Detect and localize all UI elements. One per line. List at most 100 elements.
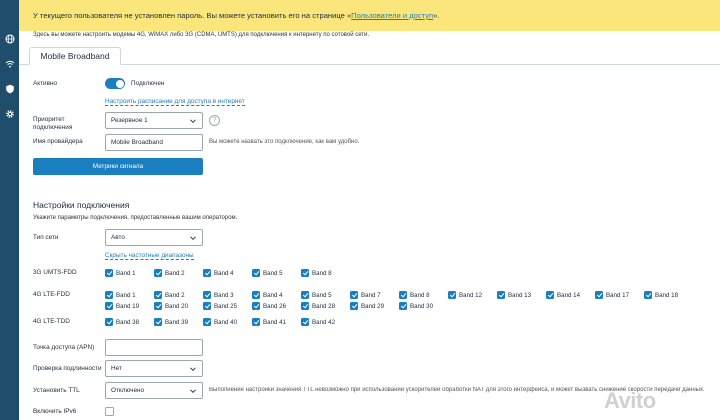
band-checkbox[interactable]: Band 5	[252, 269, 283, 277]
gear-icon[interactable]	[4, 108, 15, 119]
ipv6-checkbox[interactable]	[105, 407, 114, 416]
auth-value: Нет	[111, 365, 122, 372]
checkbox-checked-icon	[301, 269, 309, 277]
band-checkbox[interactable]: Band 4	[203, 269, 234, 277]
checkbox-checked-icon	[497, 291, 505, 299]
checkbox-checked-icon	[301, 291, 309, 299]
apn-input[interactable]	[105, 339, 203, 356]
band-label: Band 39	[165, 318, 189, 326]
tab-mobile-broadband[interactable]: Mobile Broadband	[29, 47, 121, 65]
band-checkbox[interactable]: Band 2	[154, 291, 185, 299]
toggle-knob	[115, 79, 124, 88]
band-checkbox[interactable]: Band 8	[399, 291, 430, 299]
band-label: Band 2	[165, 269, 185, 277]
band-checkbox[interactable]: Band 26	[252, 302, 286, 310]
band-checkbox[interactable]: Band 39	[154, 318, 188, 326]
band-checkbox[interactable]: Band 7	[350, 291, 381, 299]
checkbox-checked-icon	[301, 318, 309, 326]
hide-bands-link[interactable]: Скрыть частотные диапазоны	[105, 252, 194, 260]
ipv6-label: Включить IPv6	[33, 408, 77, 415]
band-checkbox[interactable]: Band 20	[154, 302, 188, 310]
shield-icon[interactable]	[4, 83, 15, 94]
band-label: Band 28	[312, 302, 336, 310]
lte-fdd-label: 4G LTE-FDD	[33, 291, 70, 298]
band-label: Band 7	[361, 291, 381, 299]
checkbox-checked-icon	[546, 291, 554, 299]
network-type-label: Тип сети	[33, 234, 59, 241]
band-label: Band 25	[214, 302, 238, 310]
band-checkbox[interactable]: Band 25	[203, 302, 237, 310]
band-checkbox[interactable]: Band 1	[105, 269, 136, 277]
band-checkbox[interactable]: Band 38	[105, 318, 139, 326]
band-label: Band 42	[312, 318, 336, 326]
checkbox-checked-icon	[350, 291, 358, 299]
checkbox-checked-icon	[644, 291, 652, 299]
band-checkbox[interactable]: Band 12	[448, 291, 482, 299]
checkbox-checked-icon	[154, 291, 162, 299]
band-checkbox[interactable]: Band 28	[301, 302, 335, 310]
band-label: Band 38	[116, 318, 140, 326]
band-label: Band 26	[263, 302, 287, 310]
band-checkbox[interactable]: Band 8	[301, 269, 332, 277]
band-checkbox[interactable]: Band 19	[105, 302, 139, 310]
band-label: Band 30	[410, 302, 434, 310]
ttl-select[interactable]: Отключено	[105, 382, 203, 399]
band-label: Band 5	[263, 269, 283, 277]
band-checkbox[interactable]: Band 18	[644, 291, 678, 299]
provider-name-input[interactable]: Mobile Broadband	[105, 134, 203, 151]
priority-select[interactable]: Резервное 1	[105, 112, 203, 129]
auth-select[interactable]: Нет	[105, 360, 203, 377]
priority-value: Резервное 1	[111, 117, 148, 124]
band-label: Band 17	[606, 291, 630, 299]
band-label: Band 8	[312, 269, 332, 277]
band-label: Band 4	[214, 269, 234, 277]
checkbox-checked-icon	[595, 291, 603, 299]
schedule-link[interactable]: Настроить расписание для доступа в интер…	[105, 98, 245, 106]
umts-label: 3G UMTS-FDD	[33, 269, 77, 276]
checkbox-checked-icon	[203, 318, 211, 326]
band-checkbox[interactable]: Band 4	[252, 291, 283, 299]
band-checkbox[interactable]: Band 29	[350, 302, 384, 310]
checkbox-checked-icon	[252, 302, 260, 310]
checkbox-checked-icon	[105, 318, 113, 326]
active-toggle[interactable]	[105, 78, 125, 89]
network-type-select[interactable]: Авто	[105, 229, 203, 246]
checkbox-checked-icon	[154, 318, 162, 326]
band-checkbox[interactable]: Band 3	[203, 291, 234, 299]
band-checkbox[interactable]: Band 14	[546, 291, 580, 299]
band-checkbox[interactable]: Band 1	[105, 291, 136, 299]
band-checkbox[interactable]: Band 2	[154, 269, 185, 277]
checkbox-checked-icon	[252, 291, 260, 299]
band-checkbox[interactable]: Band 13	[497, 291, 531, 299]
band-checkbox[interactable]: Band 42	[301, 318, 335, 326]
connection-subtitle: Укажите параметры подключения, предостав…	[33, 215, 238, 221]
banner-text-after: ».	[433, 11, 440, 20]
provider-value: Mobile Broadband	[111, 139, 163, 146]
ttl-label: Установить TTL	[33, 387, 80, 394]
sidebar	[0, 0, 19, 420]
globe-icon[interactable]	[4, 33, 15, 44]
band-checkbox[interactable]: Band 5	[301, 291, 332, 299]
band-label: Band 20	[165, 302, 189, 310]
provider-hint: Вы можете назвать это подключение, как в…	[209, 139, 360, 145]
band-label: Band 29	[361, 302, 385, 310]
band-label: Band 1	[116, 269, 136, 277]
connection-settings-title: Настройки подключения	[33, 200, 130, 210]
band-label: Band 13	[508, 291, 532, 299]
users-access-link[interactable]: Пользователи и доступ	[351, 11, 433, 20]
band-checkbox[interactable]: Band 17	[595, 291, 629, 299]
intro-text: Здесь вы можете настроить модемы 4G, WiM…	[33, 32, 370, 38]
banner-text-before: У текущего пользователя не установлен па…	[33, 11, 352, 20]
checkbox-checked-icon	[399, 302, 407, 310]
band-checkbox[interactable]: Band 41	[252, 318, 286, 326]
wifi-icon[interactable]	[4, 58, 15, 69]
chevron-down-icon	[190, 119, 196, 124]
active-state-label: Подключен	[131, 80, 165, 87]
signal-metrics-button[interactable]: Метрики сигнала	[33, 158, 203, 175]
band-checkbox[interactable]: Band 30	[399, 302, 433, 310]
band-label: Band 4	[263, 291, 283, 299]
band-label: Band 19	[116, 302, 140, 310]
help-icon[interactable]: ?	[209, 115, 220, 126]
band-checkbox[interactable]: Band 40	[203, 318, 237, 326]
banner-text: У текущего пользователя не установлен па…	[33, 11, 439, 20]
